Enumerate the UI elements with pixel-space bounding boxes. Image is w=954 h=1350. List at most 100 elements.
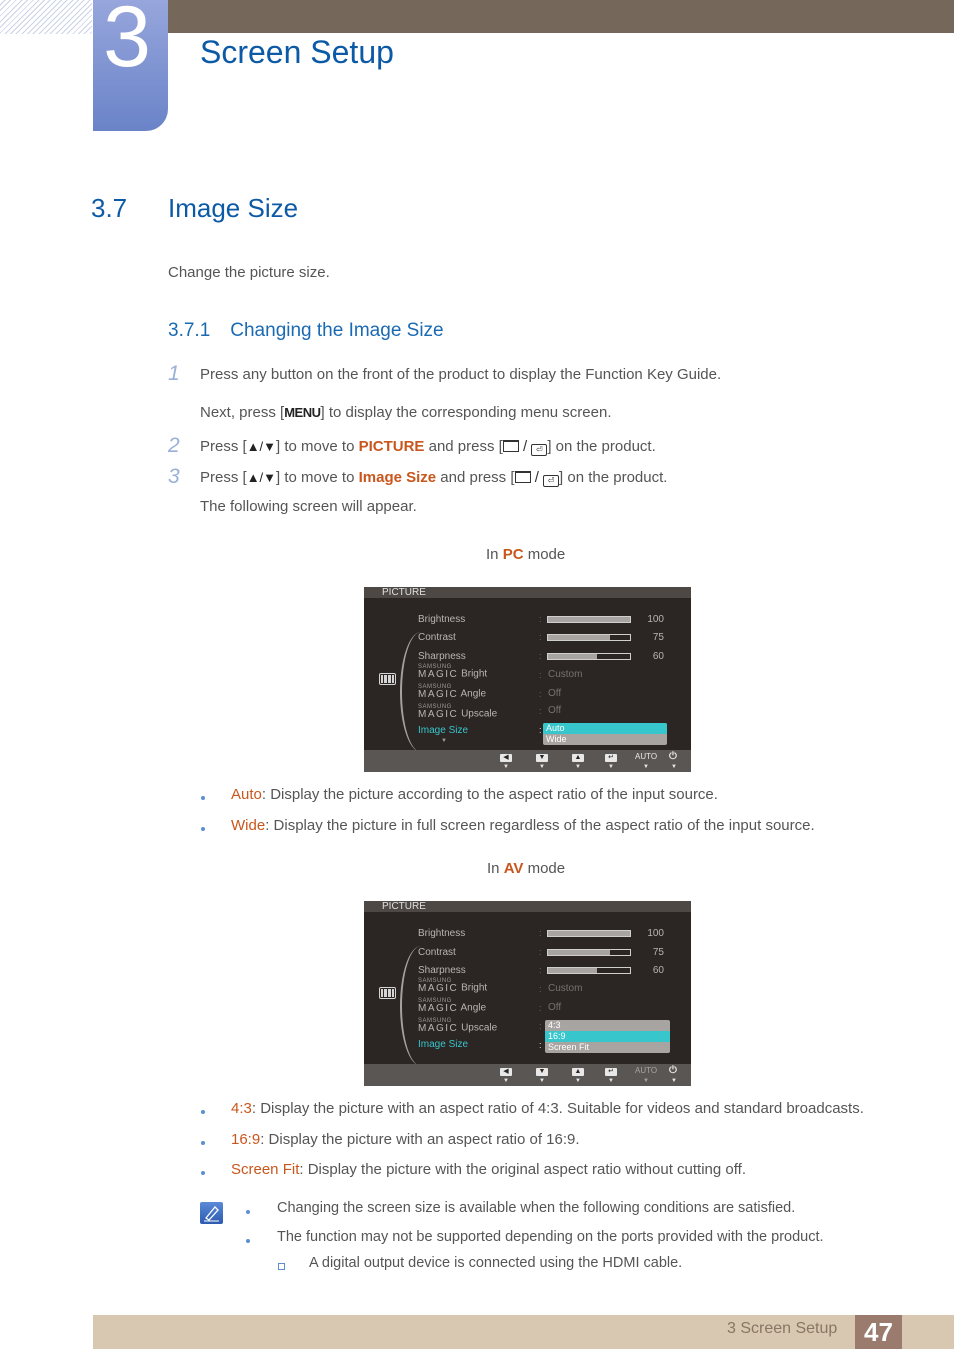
enter-button-icon[interactable]: ↵ (605, 754, 617, 762)
section-intro: Change the picture size. (168, 264, 330, 281)
samsung-magic-logo: SAMSUNG MAGIC (418, 1018, 459, 1035)
samsung-magic-logo: SAMSUNG MAGIC (418, 998, 459, 1015)
bullet-dot (201, 1171, 205, 1175)
brightness-slider[interactable] (547, 930, 631, 937)
magic-angle-value: Off (548, 688, 562, 699)
osd-row-brightness[interactable]: Brightness (418, 614, 465, 625)
osd-function-bar: ◀ ▼ ▲ ↵ AUTO ⏻ ▼ ▼ ▼ ▼ ▼ ▼ (364, 750, 691, 772)
option-4-3[interactable]: 4:3 (545, 1020, 670, 1031)
bullet-dot (246, 1210, 250, 1214)
scroll-down-indicator: ▼ (441, 738, 447, 744)
osd-row-magic-upscale[interactable]: SAMSUNG MAGIC Upscale (418, 704, 497, 721)
enter-icon: ⏎ (531, 444, 548, 456)
enter-button-icon[interactable]: ↵ (605, 1068, 617, 1076)
image-size-highlight: Image Size (358, 469, 437, 486)
osd-row-magic-angle[interactable]: SAMSUNG MAGIC Angle (418, 684, 486, 701)
image-size-dropdown[interactable]: Auto Wide (543, 723, 667, 745)
auto-button[interactable]: AUTO (635, 752, 657, 761)
osd-row-sharpness[interactable]: Sharpness (418, 965, 466, 976)
osd-row-contrast[interactable]: Contrast (418, 947, 456, 958)
brightness-value: 100 (647, 614, 664, 625)
page-number: 47 (855, 1315, 902, 1349)
sharpness-slider[interactable] (547, 967, 631, 974)
contrast-slider[interactable] (547, 634, 631, 641)
pc-mode-caption: In PC mode (486, 546, 566, 563)
chapter-title: Screen Setup (200, 34, 394, 70)
step-number-3: 3 (168, 465, 180, 488)
osd-row-magic-angle[interactable]: SAMSUNG MAGIC Angle (418, 998, 486, 1015)
left-button-icon[interactable]: ◀ (500, 1068, 512, 1076)
bullet-auto: Auto: Display the picture according to t… (231, 786, 718, 803)
samsung-magic-logo: SAMSUNG MAGIC (418, 664, 459, 681)
brightness-slider[interactable] (547, 616, 631, 623)
sharpness-slider[interactable] (547, 653, 631, 660)
magic-bright-value: Custom (548, 983, 583, 994)
note-item-2: The function may not be supported depend… (277, 1229, 824, 1245)
magic-upscale-value: Off (548, 705, 562, 716)
section-number: 3.7 (91, 193, 128, 223)
bullet-dot (201, 1141, 205, 1145)
up-down-arrow-icon: ▲/▼ (246, 439, 277, 454)
square-bullet (278, 1263, 285, 1270)
header-hatch-decoration (0, 0, 92, 34)
auto-button[interactable]: AUTO (635, 1066, 657, 1075)
magic-angle-value: Off (548, 1002, 562, 1013)
bullet-wide: Wide: Display the picture in full screen… (231, 817, 815, 834)
header-bar (168, 0, 954, 33)
power-icon[interactable]: ⏻ (669, 751, 677, 762)
brightness-value: 100 (647, 928, 664, 939)
step-number-2: 2 (168, 434, 180, 457)
power-icon[interactable]: ⏻ (669, 1065, 677, 1076)
image-size-dropdown[interactable]: 4:3 16:9 Screen Fit (545, 1020, 670, 1053)
step-1-next: Next, press [MENU] to display the corres… (200, 404, 612, 421)
menu-key-label: MENU (284, 405, 321, 420)
up-button-icon[interactable]: ▲ (572, 1068, 584, 1076)
note-pencil-icon (200, 1202, 223, 1224)
section-title: Image Size (168, 193, 299, 223)
note-subitem-1: A digital output device is connected usi… (309, 1255, 683, 1271)
osd-row-magic-upscale[interactable]: SAMSUNG MAGIC Upscale (418, 1018, 497, 1035)
osd-row-image-size[interactable]: Image Size (418, 725, 468, 736)
bullet-dot (246, 1239, 250, 1243)
samsung-magic-logo: SAMSUNG MAGIC (418, 978, 459, 995)
left-button-icon[interactable]: ◀ (500, 754, 512, 762)
step-number-1: 1 (168, 362, 180, 385)
picture-menu-icon (379, 987, 396, 999)
osd-function-bar: ◀ ▼ ▲ ↵ AUTO ⏻ ▼ ▼ ▼ ▼ ▼ ▼ (364, 1064, 691, 1086)
samsung-magic-logo: SAMSUNG MAGIC (418, 704, 459, 721)
contrast-value: 75 (652, 947, 664, 958)
osd-row-image-size[interactable]: Image Size (418, 1039, 468, 1050)
contrast-slider[interactable] (547, 949, 631, 956)
chapter-number: 3 (103, 0, 151, 85)
bullet-screen-fit: Screen Fit: Display the picture with the… (231, 1161, 746, 1178)
option-16-9[interactable]: 16:9 (545, 1031, 670, 1042)
option-wide[interactable]: Wide (543, 734, 667, 745)
picture-menu-icon (379, 673, 396, 685)
subsection-number: 3.7.1 (168, 320, 211, 341)
subsection-title: Changing the Image Size (230, 320, 444, 341)
osd-row-contrast[interactable]: Contrast (418, 632, 456, 643)
up-down-arrow-icon: ▲/▼ (246, 470, 277, 485)
osd-row-brightness[interactable]: Brightness (418, 928, 465, 939)
osd-title: PICTURE (364, 587, 691, 598)
osd-title: PICTURE (364, 901, 691, 912)
step-1-text: Press any button on the front of the pro… (200, 366, 722, 383)
down-button-icon[interactable]: ▼ (536, 754, 548, 762)
up-button-icon[interactable]: ▲ (572, 754, 584, 762)
osd-row-sharpness[interactable]: Sharpness (418, 651, 466, 662)
osd-row-magic-bright[interactable]: SAMSUNG MAGIC Bright (418, 664, 487, 681)
bullet-4-3: 4:3: Display the picture with an aspect … (231, 1100, 864, 1117)
osd-row-magic-bright[interactable]: SAMSUNG MAGIC Bright (418, 978, 487, 995)
av-mode-caption: In AV mode (487, 860, 566, 877)
down-button-icon[interactable]: ▼ (536, 1068, 548, 1076)
option-screen-fit[interactable]: Screen Fit (545, 1042, 670, 1053)
sharpness-value: 60 (652, 965, 664, 976)
option-auto[interactable]: Auto (543, 723, 667, 734)
osd-menu-av: PICTURE Brightness : 100 Contrast : 75 S… (364, 901, 691, 1086)
bullet-dot (201, 796, 205, 800)
note-item-1: Changing the screen size is available wh… (277, 1200, 796, 1216)
contrast-value: 75 (652, 632, 664, 643)
samsung-magic-logo: SAMSUNG MAGIC (418, 684, 459, 701)
step-2-text: Press [▲/▼] to move to PICTURE and press… (200, 438, 656, 456)
step-3-result: The following screen will appear. (200, 498, 417, 515)
